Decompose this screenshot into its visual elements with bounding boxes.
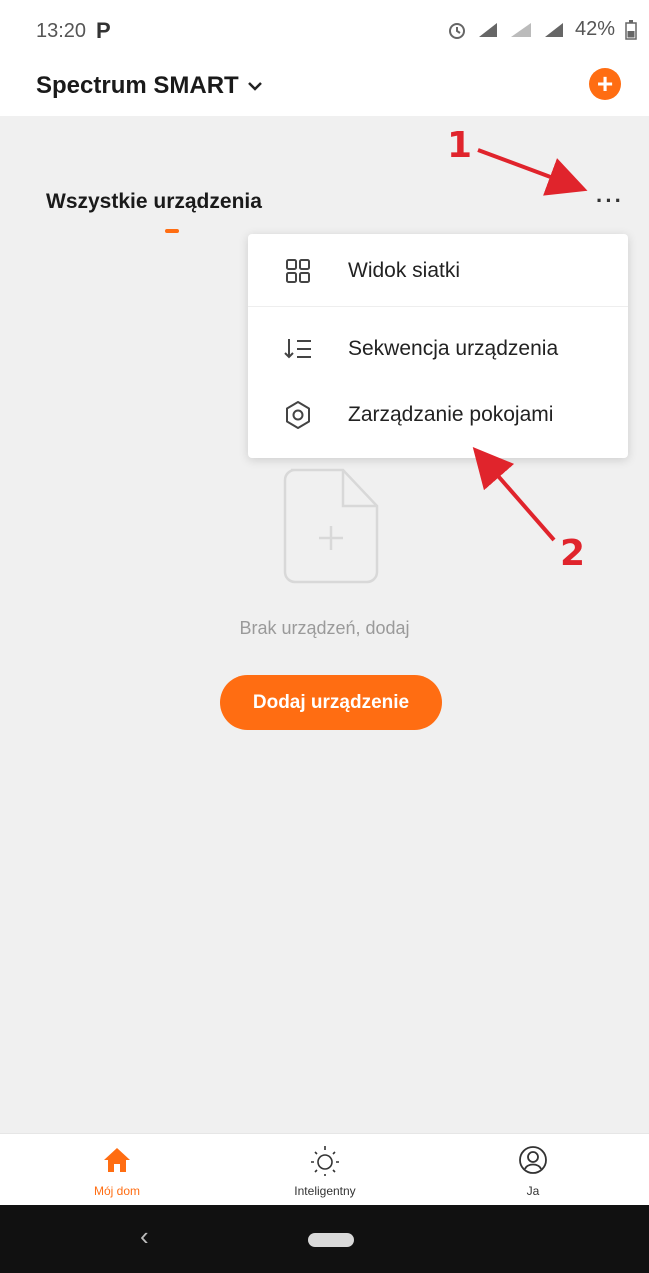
plus-circle-icon: + [596,68,614,99]
section-title[interactable]: Wszystkie urządzenia [46,190,262,214]
lte-signal-icon [510,22,531,37]
home-selector[interactable]: Spectrum SMART [36,72,263,100]
status-time: 13:20 [36,20,87,42]
menu-item-room-management[interactable]: Zarządzanie pokojami [248,380,628,450]
system-nav-bar: ‹ [0,1205,649,1273]
more-options-button[interactable]: ··· [590,186,630,216]
app-header: Spectrum SMART + [0,60,649,116]
signal-icon [478,22,497,37]
annotation-number-2: 2 [560,533,586,574]
user-circle-icon [518,1144,548,1176]
tab-label: Inteligentny [294,1184,356,1198]
menu-item-label: Widok siatki [348,259,461,282]
home-name: Spectrum SMART [36,72,239,99]
back-icon[interactable]: ‹ [140,1221,149,1252]
signal-icon-2 [544,22,563,37]
menu-item-label: Zarządzanie pokojami [348,403,554,426]
status-bar: 13:20 P 42% [0,0,649,60]
battery-percent: 42% [574,18,615,40]
app-notification-icon: P [96,18,111,43]
active-tab-indicator [165,229,179,233]
tab-label: Ja [526,1184,540,1198]
battery-icon [625,19,637,40]
bottom-tab-bar: Mój dom Inteligentny Ja [0,1133,649,1206]
annotation-number-1: 1 [447,125,473,166]
tab-me[interactable]: Ja [458,1134,608,1206]
tab-label: Mój dom [93,1184,140,1198]
sort-list-icon [278,335,318,363]
annotation-arrow-1 [477,148,588,196]
menu-item-device-sequence[interactable]: Sekwencja urządzenia [248,314,628,384]
gear-icon [278,400,318,430]
sun-icon [308,1144,342,1176]
tab-my-home[interactable]: Mój dom [42,1134,192,1206]
add-device-plus-button[interactable]: + [589,68,621,100]
menu-item-label: Sekwencja urządzenia [348,337,559,360]
home-pill-button[interactable] [308,1233,354,1247]
options-menu: Widok siatki Sekwencja urządzenia Zarząd… [248,234,628,458]
grid-icon [278,257,318,285]
tab-smart[interactable]: Inteligentny [250,1134,400,1206]
home-icon [102,1144,132,1176]
alarm-icon [448,22,465,39]
add-device-button[interactable]: Dodaj urządzenie [220,675,442,730]
add-file-icon [283,468,379,584]
annotation-arrow-2 [472,446,556,542]
empty-state-text: Brak urządzeń, dodaj [239,618,410,638]
menu-divider [248,306,628,307]
chevron-down-icon [247,82,262,91]
menu-item-grid-view[interactable]: Widok siatki [248,236,628,306]
status-icons: 42% [447,18,637,41]
